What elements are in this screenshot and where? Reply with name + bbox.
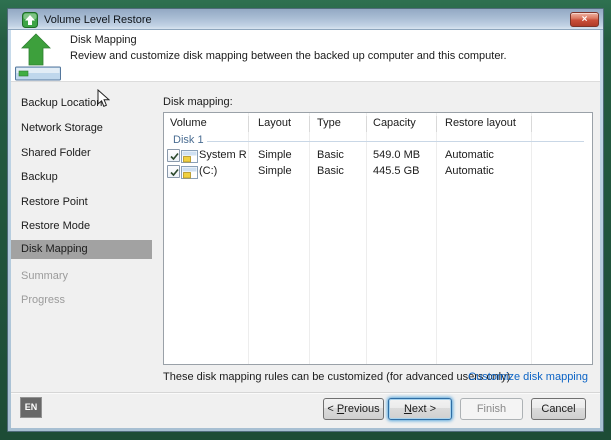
customize-disk-mapping-link[interactable]: Customize disk mapping	[468, 371, 588, 383]
step-title: Disk Mapping	[70, 34, 137, 46]
volume-icon	[181, 166, 198, 179]
step-description: Review and customize disk mapping betwee…	[70, 50, 507, 62]
language-indicator[interactable]: EN	[20, 397, 42, 418]
restore-volume-icon	[15, 33, 61, 81]
sidebar-item-network-storage[interactable]: Network Storage	[21, 122, 103, 136]
cell-capacity[interactable]: 445.5 GB	[373, 165, 419, 178]
list-label: Disk mapping:	[163, 96, 233, 108]
app-icon	[22, 12, 38, 28]
column-divider	[531, 113, 532, 364]
previous-button[interactable]: < Previous	[323, 398, 384, 420]
row-checkbox[interactable]	[167, 149, 180, 162]
sidebar-item-restore-point[interactable]: Restore Point	[21, 196, 88, 210]
column-header-capacity[interactable]: Capacity	[373, 117, 416, 129]
cell-layout[interactable]: Simple	[258, 165, 292, 178]
column-header-volume[interactable]: Volume	[170, 117, 207, 129]
cell-type[interactable]: Basic	[317, 165, 344, 178]
disk-group-label: Disk 1	[173, 134, 204, 146]
header-divider	[366, 116, 367, 132]
button-separator-highlight	[11, 393, 600, 394]
header-divider	[436, 116, 437, 132]
cell-volume[interactable]: System Re...	[199, 149, 247, 162]
header-divider	[309, 116, 310, 132]
previous-button-rest: revious	[344, 403, 379, 415]
header-divider	[531, 116, 532, 132]
close-button[interactable]: ×	[570, 12, 599, 27]
cell-restore-layout[interactable]: Automatic	[445, 149, 494, 162]
cancel-button[interactable]: Cancel	[531, 398, 586, 420]
cell-layout[interactable]: Simple	[258, 149, 292, 162]
volume-icon	[181, 150, 198, 163]
footer-note: These disk mapping rules can be customiz…	[163, 371, 510, 383]
sidebar-item-summary: Summary	[21, 270, 68, 284]
mouse-cursor-icon	[97, 89, 110, 108]
row-checkbox[interactable]	[167, 165, 180, 178]
cell-restore-layout[interactable]: Automatic	[445, 165, 494, 178]
previous-button-prefix: <	[327, 403, 336, 415]
sidebar-item-backup-location[interactable]: Backup Location	[21, 97, 102, 111]
desktop: Volume Level Restore × Disk Mapping Revi…	[0, 0, 611, 440]
header-divider	[248, 116, 249, 132]
next-button[interactable]: Next >	[388, 398, 452, 420]
column-divider	[248, 113, 249, 364]
cell-type[interactable]: Basic	[317, 149, 344, 162]
cell-capacity[interactable]: 549.0 MB	[373, 149, 420, 162]
column-header-restore-layout[interactable]: Restore layout	[445, 117, 516, 129]
finish-button: Finish	[460, 398, 523, 420]
column-header-layout[interactable]: Layout	[258, 117, 291, 129]
disk-group-line	[207, 141, 584, 142]
sidebar-item-shared-folder[interactable]: Shared Folder	[21, 147, 91, 161]
column-divider	[436, 113, 437, 364]
disk-mapping-table[interactable]: Volume Layout Type Capacity Restore layo…	[163, 112, 593, 365]
sidebar-item-restore-mode[interactable]: Restore Mode	[21, 220, 90, 234]
sidebar-item-progress: Progress	[21, 294, 65, 308]
next-button-accel: N	[404, 403, 412, 415]
window-title: Volume Level Restore	[44, 14, 152, 26]
sidebar-item-backup[interactable]: Backup	[21, 171, 58, 185]
column-divider	[309, 113, 310, 364]
sidebar-item-disk-mapping[interactable]: Disk Mapping	[21, 243, 88, 257]
column-divider	[366, 113, 367, 364]
cell-volume[interactable]: (C:)	[199, 165, 247, 178]
next-button-rest: ext >	[412, 403, 436, 415]
column-header-type[interactable]: Type	[317, 117, 341, 129]
